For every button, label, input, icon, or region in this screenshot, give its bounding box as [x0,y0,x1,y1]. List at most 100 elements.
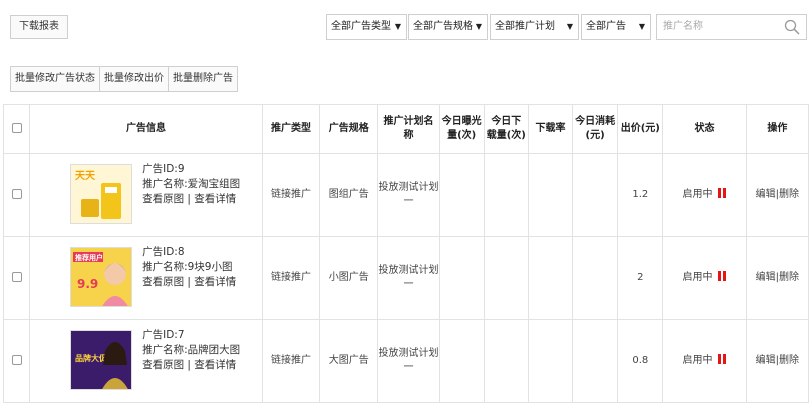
search-icon[interactable] [784,19,800,35]
ad-info-text: 广告ID:9 推广名称:爱淘宝组图 查看原图 | 查看详情 [142,162,240,207]
chevron-down-icon: ▼ [566,22,573,31]
bulk-delete-button[interactable]: 批量删除广告 [168,66,238,92]
ad-spec-select[interactable]: 全部广告规格 ▼ [408,14,488,40]
table-row: 天天 广告ID:9 推广名称:爱淘宝组图 查看原图 | 查看详情 链接推广 图组… [2,153,809,237]
ad-id: 广告ID:7 [142,329,185,341]
ad-status-cell: 启用中 [662,153,747,237]
pause-icon[interactable] [717,271,727,281]
ad-impressions-cell [438,236,485,320]
ads-table: 广告信息 推广类型 广告规格 推广计划名称 今日曝光量(次) 今日下载量(次) … [2,104,809,403]
ad-thumbnail-image: 天天 [71,165,132,223]
delete-link[interactable]: 删除 [779,189,799,200]
ad-info-cell: 品牌大促 广告ID:7 推广名称:品牌团大图 查看原图 | 查看详情 [29,319,263,403]
header-bid: 出价(元) [617,104,664,154]
status-text: 启用中 [682,272,713,283]
chevron-down-icon: ▼ [394,22,401,31]
ad-links[interactable]: 查看原图 | 查看详情 [142,192,240,207]
ad-info-cell: 推荐用户 9.9 广告ID:8 推广名称:9块9小图 查看原图 | 查看详情 [29,236,263,320]
row-checkbox[interactable] [11,272,22,282]
ad-ops-cell: 编辑|删除 [745,153,809,237]
ad-thumbnail[interactable]: 天天 [70,164,133,224]
bulk-actions: 批量修改广告状态 批量修改出价 批量删除广告 [10,66,238,92]
row-checkbox[interactable] [11,355,22,365]
ad-impressions-cell [438,319,485,403]
select-all-cell [2,104,31,154]
ad-info-text: 广告ID:7 推广名称:品牌团大图 查看原图 | 查看详情 [142,328,240,373]
table-header-row: 广告信息 推广类型 广告规格 推广计划名称 今日曝光量(次) 今日下载量(次) … [2,104,809,154]
svg-text:9.9: 9.9 [77,277,98,291]
ad-plan-cell: 投放测试计划一 [377,236,440,320]
ad-id: 广告ID:8 [142,246,185,258]
ad-cost-cell [572,153,619,237]
ad-thumbnail[interactable]: 推荐用户 9.9 [70,247,133,307]
ad-impressions-cell [438,153,485,237]
ad-name: 推广名称:品牌团大图 [142,344,241,356]
ad-downloads-cell [483,236,529,320]
row-select-cell [2,319,31,403]
search-input[interactable]: 推广名称 [656,14,807,40]
table-row: 品牌大促 广告ID:7 推广名称:品牌团大图 查看原图 | 查看详情 链接推广 … [2,319,809,403]
plan-select[interactable]: 全部推广计划 ▼ [490,14,579,40]
header-impressions: 今日曝光量(次) [438,104,485,154]
ad-cost-cell [572,319,619,403]
pause-icon[interactable] [717,188,727,198]
ad-status-select-value: 全部广告 [586,21,626,32]
ad-id: 广告ID:9 [142,163,185,175]
ad-rate-cell [527,236,574,320]
row-select-cell [2,236,31,320]
edit-link[interactable]: 编辑 [756,355,776,366]
header-status: 状态 [662,104,747,154]
bulk-edit-status-button[interactable]: 批量修改广告状态 [10,66,100,92]
thumb-text: 推荐用户 [75,253,103,262]
ad-plan-cell: 投放测试计划一 [377,319,440,403]
ad-rate-cell [527,153,574,237]
header-downloads: 今日下载量(次) [483,104,529,154]
ad-spec-cell: 大图广告 [319,319,379,403]
select-all-checkbox[interactable] [11,123,22,133]
header-spec: 广告规格 [319,104,379,154]
ad-type-cell: 链接推广 [261,236,321,320]
ad-type-cell: 链接推广 [261,319,321,403]
ad-ops-cell: 编辑|删除 [745,236,809,320]
chevron-down-icon: ▼ [638,22,645,31]
search-placeholder: 推广名称 [663,21,703,32]
table-row: 推荐用户 9.9 广告ID:8 推广名称:9块9小图 查看原图 | 查看详情 链… [2,236,809,320]
ad-name: 推广名称:爱淘宝组图 [142,178,241,190]
delete-link[interactable]: 删除 [779,355,799,366]
ad-links[interactable]: 查看原图 | 查看详情 [142,358,240,373]
ad-type-select[interactable]: 全部广告类型 ▼ [326,14,407,40]
bulk-edit-bid-button[interactable]: 批量修改出价 [99,66,169,92]
ad-rate-cell [527,319,574,403]
ad-status-cell: 启用中 [662,319,747,403]
edit-link[interactable]: 编辑 [756,272,776,283]
ad-links[interactable]: 查看原图 | 查看详情 [142,275,236,290]
pause-icon[interactable] [717,354,727,364]
chevron-down-icon: ▼ [475,22,482,31]
ad-bid-cell: 0.8 [617,319,664,403]
ad-thumbnail-image: 推荐用户 9.9 [71,248,132,306]
ad-spec-cell: 小图广告 [319,236,379,320]
row-checkbox[interactable] [11,189,22,199]
ad-status-select[interactable]: 全部广告 ▼ [581,14,651,40]
ad-thumbnail[interactable]: 品牌大促 [70,330,133,390]
ad-info-cell: 天天 广告ID:9 推广名称:爱淘宝组图 查看原图 | 查看详情 [29,153,263,237]
download-report-button[interactable]: 下载报表 [10,15,68,39]
ad-ops-cell: 编辑|删除 [745,319,809,403]
ad-downloads-cell [483,319,529,403]
row-select-cell [2,153,31,237]
ad-bid-cell: 1.2 [617,153,664,237]
status-text: 启用中 [682,355,713,366]
delete-link[interactable]: 删除 [779,272,799,283]
status-text: 启用中 [682,189,713,200]
ad-plan-cell: 投放测试计划一 [377,153,440,237]
ad-type-cell: 链接推广 [261,153,321,237]
header-ops: 操作 [745,104,809,154]
edit-link[interactable]: 编辑 [756,189,776,200]
header-type: 推广类型 [261,104,321,154]
ad-type-select-value: 全部广告类型 [331,21,391,32]
thumb-text: 天天 [75,170,96,182]
ad-cost-cell [572,236,619,320]
thumb-text: 品牌大促 [75,353,108,363]
plan-select-value: 全部推广计划 [495,21,555,32]
header-rate: 下载率 [527,104,574,154]
